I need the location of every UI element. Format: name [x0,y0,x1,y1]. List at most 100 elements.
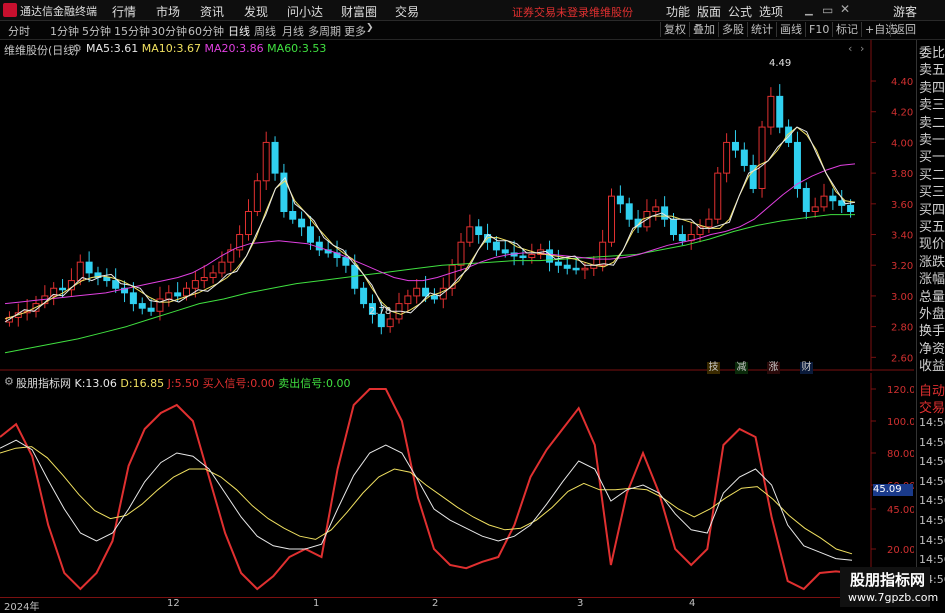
candle-body [183,287,191,297]
candle-body [430,295,438,300]
candle-body [253,180,261,213]
panel-expand-icon[interactable]: › [860,42,864,55]
ma60-value: 3.53 [301,42,327,55]
ma60-line [4,214,855,354]
close-icon[interactable]: ✕ [840,2,850,16]
ma10-value: 3.67 [176,42,201,55]
candle-body [165,292,173,300]
menu-wealth[interactable]: 财富圈 [341,3,377,20]
ma20-label: MA20: [204,42,240,55]
menu-market[interactable]: 市场 [156,3,180,20]
candle-body [501,249,509,254]
candle-body [820,195,828,208]
date-label: 2 [432,598,439,609]
price-chart-panel[interactable]: 4.40 4.20 4.00 3.80 3.60 3.40 3.20 3.00 2.80 2.60… [0,40,914,374]
candle-body [776,95,784,128]
settings-gear-icon[interactable]: ⚙ [72,42,82,55]
candle-body [669,218,677,236]
y-tick-label: 4.40 [891,77,913,88]
side-label: 卖三 [919,98,945,114]
menu-function[interactable]: 功能 [666,3,690,20]
tab-monthly[interactable]: 月线 [282,23,304,39]
tab-30min[interactable]: 30分钟 [151,23,187,39]
restore-icon[interactable]: ▭ [822,3,833,17]
candle-body [599,241,607,266]
f10-button[interactable]: F10 [805,22,832,37]
tab-5min[interactable]: 5分钟 [82,23,111,39]
side-time: 14:56 [919,514,945,527]
date-label: 1 [313,598,320,609]
price-chart-svg[interactable]: 4.40 4.20 4.00 3.80 3.60 3.40 3.20 3.00 2.80 2.60 [0,40,914,371]
candle-body [740,149,748,166]
menu-trade[interactable]: 交易 [395,3,419,20]
tab-daily[interactable]: 日线 [228,23,250,39]
multi-stock-button[interactable]: 多股 [718,22,747,37]
stock-link[interactable]: 维维股份 [589,4,633,20]
quote-side-panel: 委比 卖五 卖四 卖三 卖二 卖一 买一 买二 买三 买四 买五 现价 涨跌 涨幅 总量 外盘 换手 净资 收益 自动… [916,40,945,597]
candle-body [413,287,421,297]
menu-news[interactable]: 资讯 [200,3,224,20]
candle-body [289,211,297,220]
draw-line-button[interactable]: 画线 [776,22,805,37]
menu-ask[interactable]: 问小达 [287,3,323,20]
ma-legend: MA5:3.61 MA10:3.67 MA20:3.86 MA60:3.53 [86,42,326,55]
adjust-button[interactable]: 复权 [660,22,689,37]
k-value: 13.06 [85,377,117,390]
mark-button[interactable]: 标记 [832,22,861,37]
minimize-icon[interactable]: ▁ [805,5,813,16]
back-button[interactable]: 返回 [890,22,919,37]
side-label: 卖四 [919,80,945,96]
tab-1min[interactable]: 1分钟 [50,23,79,39]
watermark-url: www.7gpzb.com [848,591,939,604]
y-tick-label: 3.80 [891,169,913,180]
candle-body [475,226,483,236]
indicator-chart-svg[interactable]: 120.0100.080.0060.0045.0020.000.00 [0,373,914,597]
menu-discover[interactable]: 发现 [244,3,268,20]
j-line [0,388,853,591]
candle-body [581,267,589,271]
login-notice[interactable]: 证券交易未登录 [512,4,589,20]
date-label: 3 [577,598,584,609]
menu-options[interactable]: 选项 [759,3,783,20]
side-label[interactable]: 交易 [919,397,945,416]
side-time: 14:56 [919,553,945,567]
side-label: 涨跌 [919,254,945,270]
indicator-panel[interactable]: 120.0100.080.0060.0045.0020.000.00 ⚙ 股朋指… [0,373,914,597]
candle-body [758,126,766,189]
panel-collapse-icon[interactable]: ‹ [848,42,852,55]
side-time: 14:56 [919,494,945,508]
ma20-value: 3.86 [239,42,264,55]
candle-body [457,241,465,266]
candle-body [191,280,199,289]
d-value: 16.85 [132,377,165,390]
user-guest[interactable]: 游客 [893,3,917,20]
menu-formula[interactable]: 公式 [728,3,752,20]
menu-layout[interactable]: 版面 [697,3,721,20]
tab-intraday[interactable]: 分时 [8,23,30,39]
candle-body [714,172,722,220]
tab-more[interactable]: 更多 [344,23,366,39]
candle-body [528,253,536,259]
candle-body [85,261,93,274]
overlay-button[interactable]: 叠加 [689,22,718,37]
statistics-button[interactable]: 统计 [747,22,776,37]
tab-multi-period[interactable]: 多周期 [308,23,341,39]
candle-body [811,206,819,213]
tab-60min[interactable]: 60分钟 [188,23,224,39]
menu-quotes[interactable]: 行情 [112,3,136,20]
y-tick-label: 100.0 [887,417,914,428]
candle-body [315,241,323,251]
candle-body [652,206,660,213]
tab-weekly[interactable]: 周线 [254,23,276,39]
tab-15min[interactable]: 15分钟 [114,23,150,39]
side-time: 14:56 [919,455,945,469]
candle-body [59,287,67,291]
candle-body [616,195,624,205]
more-chevron-icon[interactable]: ❯ [366,23,374,33]
j-value: 5.50 [174,377,200,390]
d-line [0,446,853,555]
indicator-settings-icon[interactable]: ⚙ [4,375,14,388]
watermark-title: 股朋指标网 [850,571,926,589]
side-label: 卖一 [919,133,945,148]
y-tick-label: 3.60 [891,200,913,211]
